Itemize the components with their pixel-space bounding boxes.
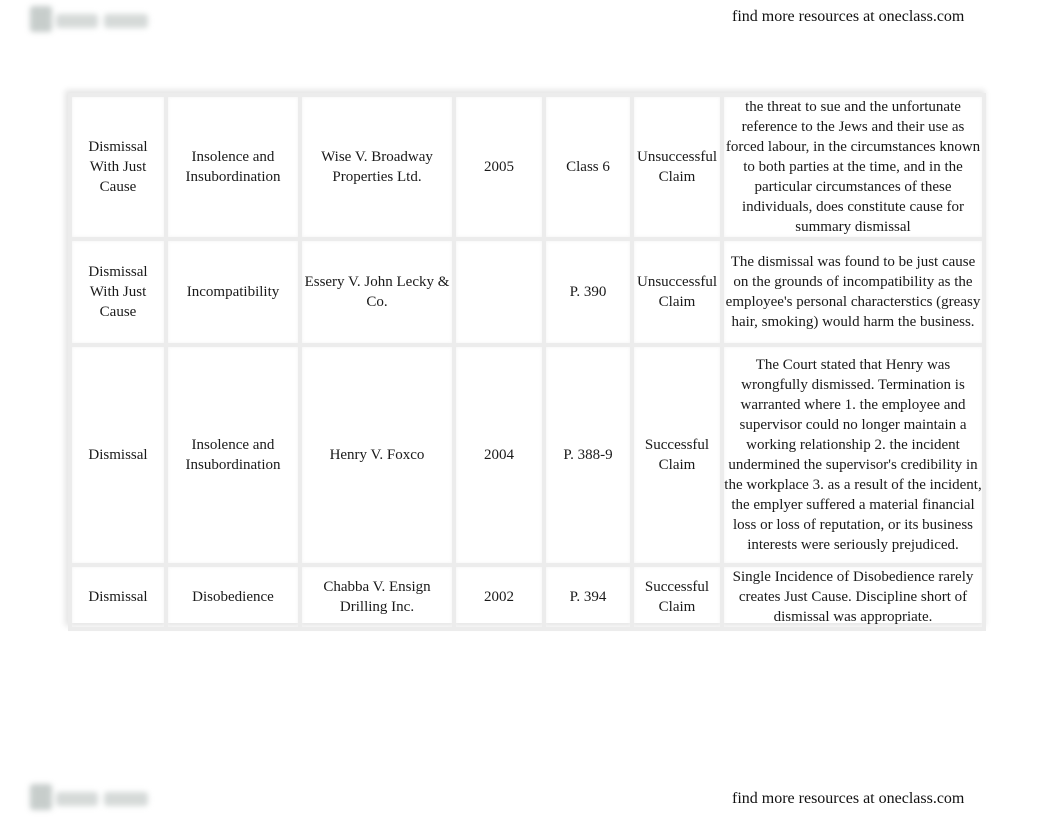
cell-case-name: Chabba V. Ensign Drilling Inc. [298, 563, 456, 631]
logo-mark [30, 6, 52, 32]
cell-dismissal-type: Dismissal With Just Cause [68, 93, 168, 241]
cell-case-name: Wise V. Broadway Properties Ltd. [298, 93, 456, 241]
cell-analysis: the threat to sue and the unfortunate re… [720, 93, 986, 241]
logo-wordmark-one [56, 792, 98, 806]
cell-ground: Insolence and Insubordination [164, 93, 302, 241]
table-row: Dismissal With Just Cause Insolence and … [68, 93, 986, 241]
cell-year [452, 237, 546, 347]
cell-ground: Incompatibility [164, 237, 302, 347]
header-resources-link[interactable]: find more resources at oneclass.com [732, 8, 964, 26]
table-row: Dismissal Insolence and Insubordination … [68, 343, 986, 567]
cell-reference: Class 6 [542, 93, 634, 241]
logo-wordmark-class [104, 14, 148, 28]
table-row: Dismissal Disobedience Chabba V. Ensign … [68, 563, 986, 631]
logo-wordmark-one [56, 14, 98, 28]
cell-outcome: Unsuccessful Claim [630, 237, 724, 347]
cell-reference: P. 394 [542, 563, 634, 631]
table-row: Dismissal With Just Cause Incompatibilit… [68, 237, 986, 347]
cell-dismissal-type: Dismissal [68, 343, 168, 567]
oneclass-logo-icon[interactable] [26, 2, 154, 36]
cell-ground: Disobedience [164, 563, 302, 631]
case-table: Dismissal With Just Cause Insolence and … [68, 93, 986, 631]
cell-year: 2004 [452, 343, 546, 567]
cell-year: 2005 [452, 93, 546, 241]
cell-analysis: The dismissal was found to be just cause… [720, 237, 986, 347]
cell-reference: P. 390 [542, 237, 634, 347]
cell-outcome: Unsuccessful Claim [630, 93, 724, 241]
cell-analysis: The Court stated that Henry was wrongful… [720, 343, 986, 567]
cell-dismissal-type: Dismissal With Just Cause [68, 237, 168, 347]
cell-reference: P. 388-9 [542, 343, 634, 567]
cell-case-name: Henry V. Foxco [298, 343, 456, 567]
cell-year: 2002 [452, 563, 546, 631]
cell-dismissal-type: Dismissal [68, 563, 168, 631]
cell-ground: Insolence and Insubordination [164, 343, 302, 567]
cell-case-name: Essery V. John Lecky & Co. [298, 237, 456, 347]
logo-mark [30, 784, 52, 810]
cell-analysis: Single Incidence of Disobedience rarely … [720, 563, 986, 631]
oneclass-logo-icon[interactable] [26, 780, 154, 814]
footer-resources-link[interactable]: find more resources at oneclass.com [732, 790, 964, 808]
cell-outcome: Successful Claim [630, 343, 724, 567]
logo-wordmark-class [104, 792, 148, 806]
cell-outcome: Successful Claim [630, 563, 724, 631]
case-table-container: Dismissal With Just Cause Insolence and … [68, 93, 986, 631]
